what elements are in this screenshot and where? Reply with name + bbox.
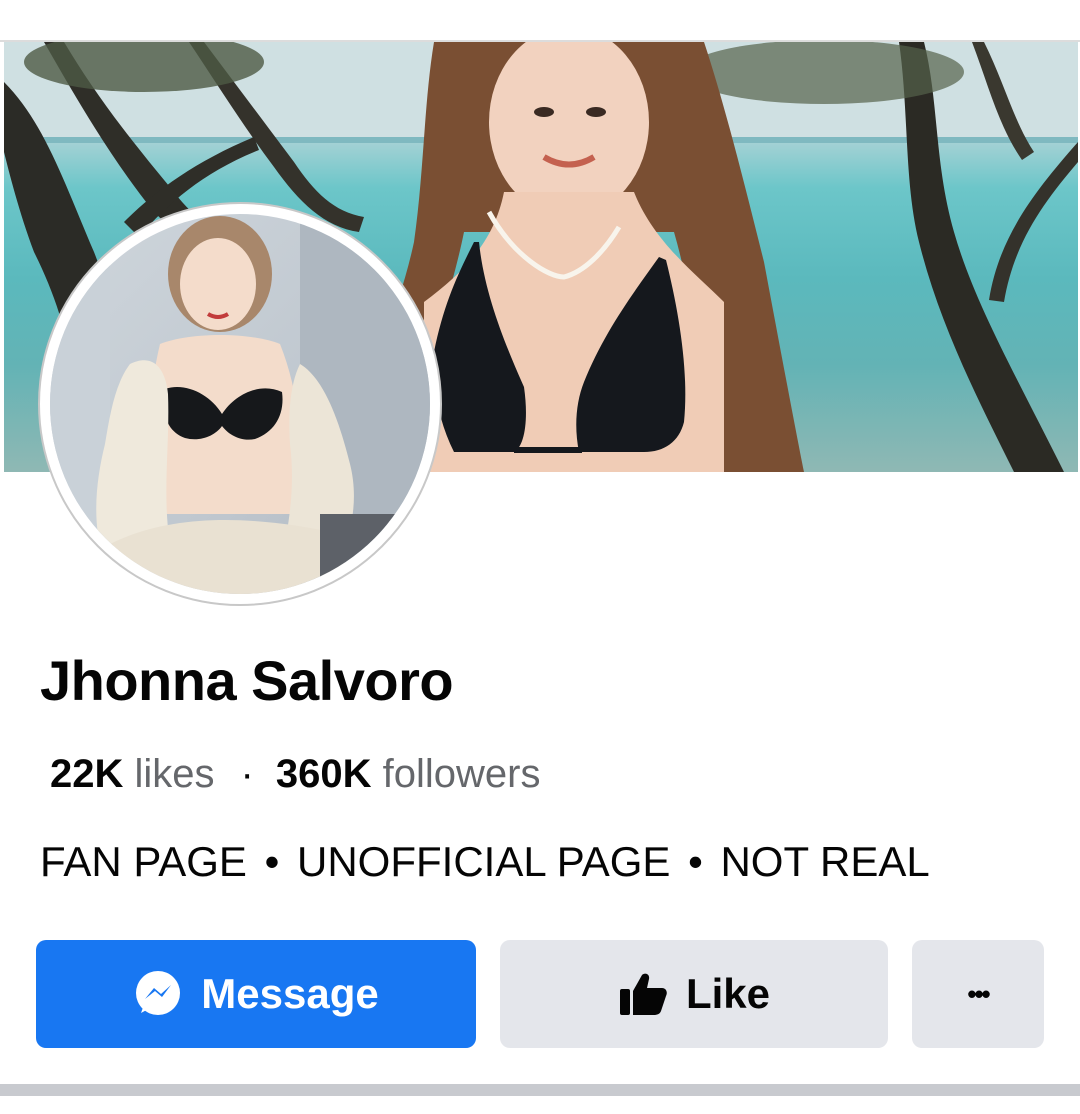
page-stats: 22K likes · 360K followers	[50, 752, 540, 797]
followers-label: followers	[382, 752, 541, 796]
messenger-icon	[133, 969, 183, 1019]
page-name: Jhonna Salvoro	[40, 649, 454, 712]
followers-count: 360K	[275, 752, 372, 796]
page-category: FAN PAGE • UNOFFICIAL PAGE • NOT REAL	[40, 838, 930, 886]
message-button-label: Message	[201, 970, 379, 1017]
top-bar	[0, 0, 1080, 42]
like-button[interactable]: Like	[500, 940, 888, 1048]
message-button[interactable]: Message	[36, 940, 476, 1048]
thumbs-up-icon	[618, 971, 668, 1017]
more-options-button[interactable]: •••	[912, 940, 1044, 1048]
section-divider	[0, 1084, 1080, 1096]
category-item: UNOFFICIAL PAGE	[297, 838, 671, 885]
like-button-label: Like	[685, 970, 771, 1017]
profile-picture-illustration	[50, 214, 430, 594]
likes-count: 22K	[50, 752, 124, 796]
category-separator: •	[264, 838, 280, 885]
likes-label: likes	[134, 752, 215, 796]
category-separator: •	[688, 838, 703, 885]
profile-picture[interactable]	[50, 214, 430, 594]
category-item: NOT REAL	[720, 838, 930, 885]
category-item: FAN PAGE	[40, 838, 247, 885]
stats-separator: ·	[240, 752, 254, 796]
more-options-icon: •••	[967, 978, 990, 1009]
